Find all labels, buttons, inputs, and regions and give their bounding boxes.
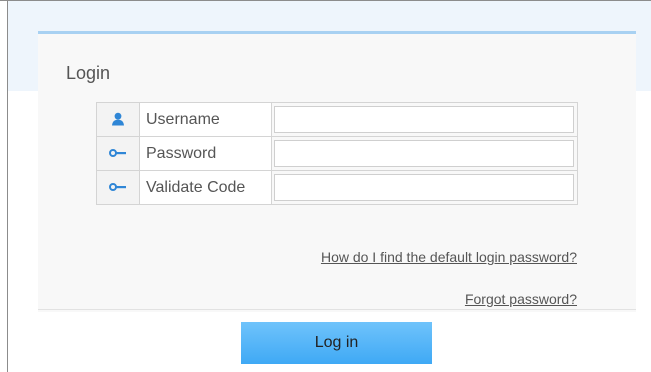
validate-code-row: Validate Code xyxy=(96,170,578,205)
password-input[interactable] xyxy=(274,140,574,167)
default-password-help-link[interactable]: How do I find the default login password… xyxy=(321,249,577,265)
username-label: Username xyxy=(139,102,272,137)
forgot-password-link[interactable]: Forgot password? xyxy=(465,291,577,307)
login-form-table: Username Password Validate Code xyxy=(96,102,578,205)
username-input[interactable] xyxy=(274,106,574,133)
password-row: Password xyxy=(96,136,578,171)
key-icon xyxy=(109,179,127,196)
login-button[interactable]: Log in xyxy=(241,322,432,364)
panel-title: Login xyxy=(66,63,111,83)
validate-code-input[interactable] xyxy=(274,174,574,201)
panel-divider xyxy=(38,309,636,310)
password-label: Password xyxy=(139,136,272,171)
login-panel: Login Username Password Validate Code Ho… xyxy=(38,31,636,312)
key-icon xyxy=(109,145,127,162)
username-row: Username xyxy=(96,102,578,137)
user-icon xyxy=(111,111,125,128)
validate-code-label: Validate Code xyxy=(139,170,272,205)
